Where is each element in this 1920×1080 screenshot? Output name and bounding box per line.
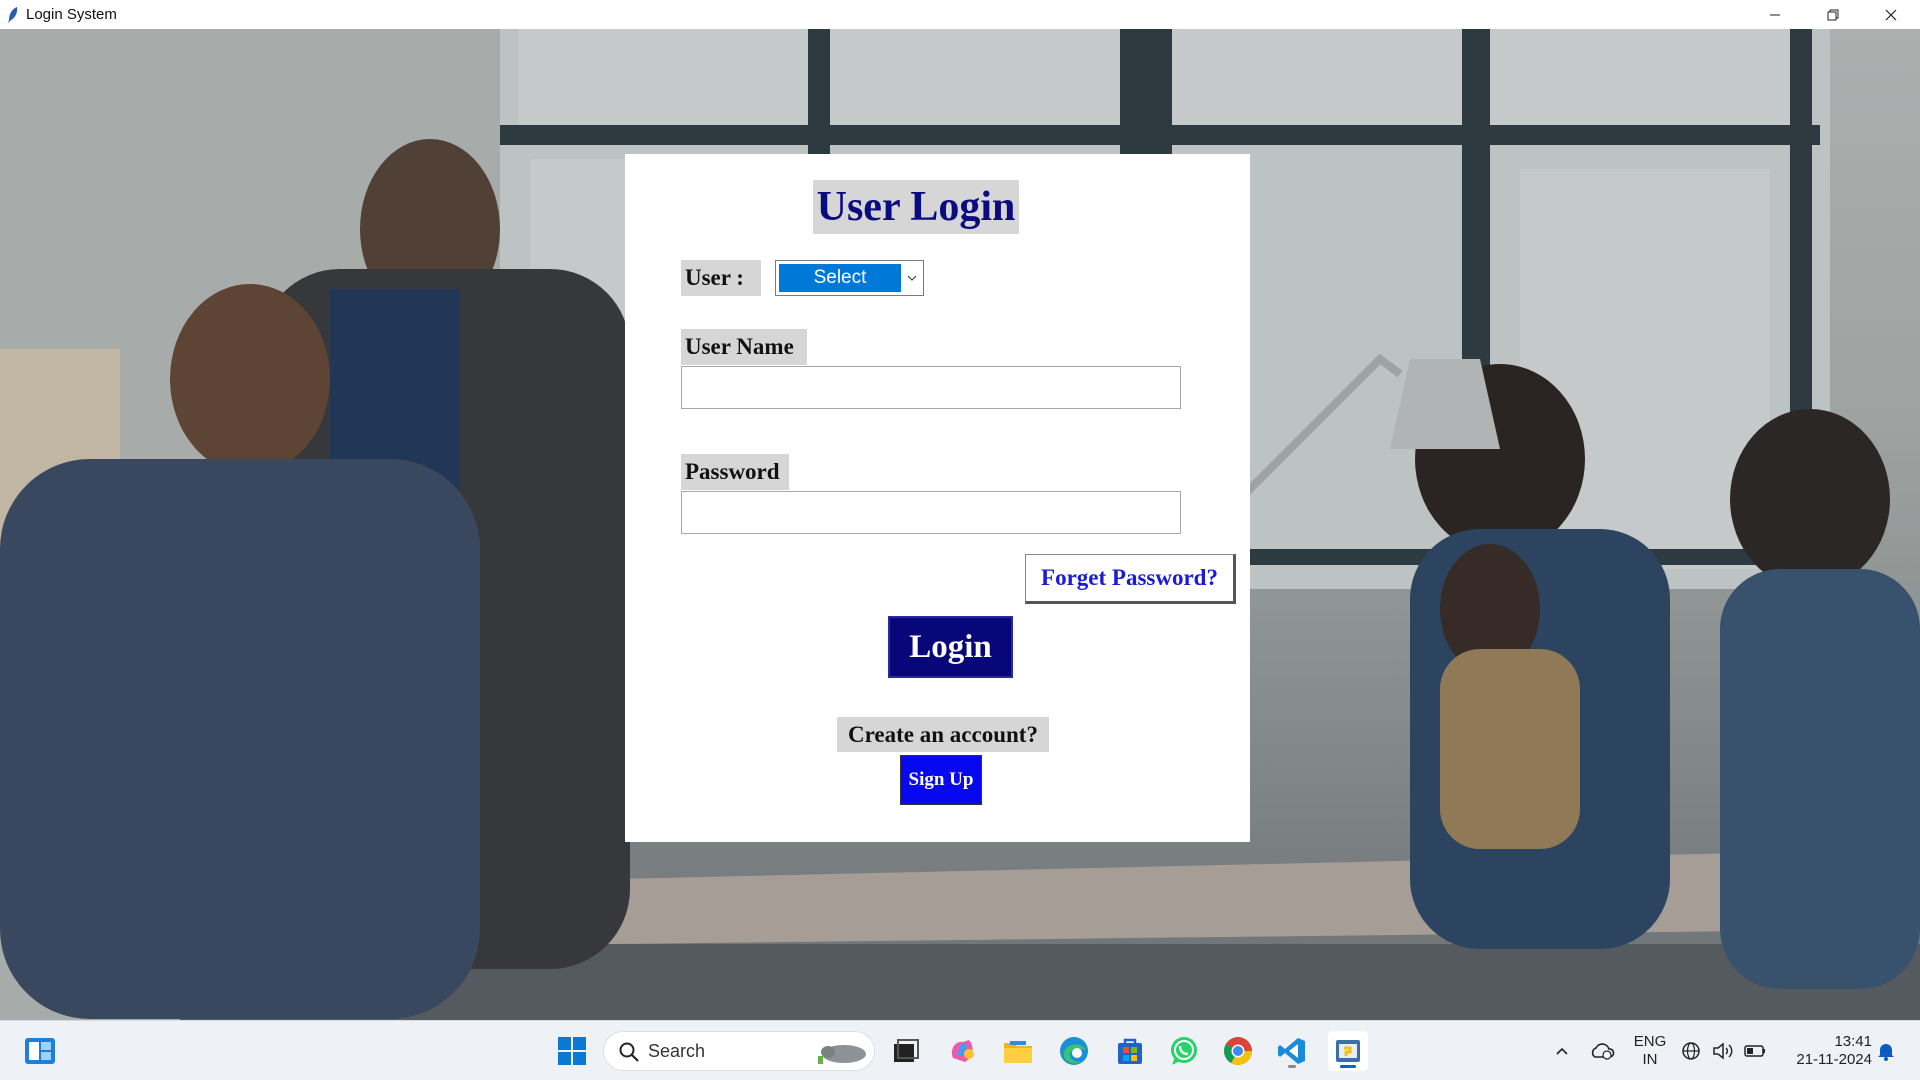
search-icon bbox=[619, 1042, 639, 1062]
quick-settings-button[interactable] bbox=[1676, 1031, 1776, 1071]
forget-password-button[interactable]: Forget Password? bbox=[1025, 554, 1236, 604]
close-button[interactable] bbox=[1862, 0, 1920, 29]
vscode-icon bbox=[1278, 1038, 1305, 1064]
window-controls bbox=[1746, 0, 1920, 29]
username-label: User Name bbox=[681, 329, 807, 365]
edge-icon bbox=[1060, 1037, 1088, 1065]
chrome-button[interactable] bbox=[1218, 1031, 1258, 1071]
notifications-button[interactable] bbox=[1866, 1031, 1906, 1071]
user-type-label: User : bbox=[681, 260, 761, 296]
restore-icon bbox=[1827, 9, 1839, 20]
window-title: Login System bbox=[26, 6, 117, 23]
file-explorer-icon bbox=[1004, 1041, 1032, 1063]
whatsapp-button[interactable] bbox=[1164, 1031, 1204, 1071]
taskbar: Search ENG IN 13:41 21-11-2024 bbox=[0, 1020, 1920, 1080]
python-tk-app-button[interactable] bbox=[1328, 1031, 1368, 1071]
copilot-button[interactable] bbox=[942, 1031, 982, 1071]
clock-time: 13:41 bbox=[1834, 1033, 1872, 1050]
password-input[interactable] bbox=[681, 491, 1181, 534]
login-panel: User Login User : Select User Name Passw… bbox=[625, 154, 1250, 842]
python-tk-icon bbox=[1336, 1040, 1360, 1062]
start-button[interactable] bbox=[552, 1031, 592, 1071]
edge-button[interactable] bbox=[1054, 1031, 1094, 1071]
whatsapp-icon bbox=[1171, 1037, 1197, 1065]
close-icon bbox=[1885, 9, 1897, 20]
active-app-indicator bbox=[1340, 1065, 1356, 1068]
minimize-button[interactable] bbox=[1746, 0, 1804, 29]
title-bar: Login System bbox=[0, 0, 1920, 29]
bell-icon bbox=[1878, 1044, 1894, 1061]
running-indicator bbox=[1288, 1065, 1296, 1068]
task-view-button[interactable] bbox=[886, 1031, 926, 1071]
chevron-up-icon bbox=[1556, 1047, 1568, 1055]
store-button[interactable] bbox=[1110, 1031, 1150, 1071]
search-highlight-icon bbox=[818, 1045, 866, 1064]
user-type-select[interactable]: Select bbox=[775, 260, 924, 296]
minimize-icon bbox=[1770, 14, 1780, 15]
user-type-selected-value: Select bbox=[779, 264, 901, 292]
username-input[interactable] bbox=[681, 366, 1181, 409]
language-indicator[interactable]: ENG IN bbox=[1630, 1033, 1670, 1069]
file-explorer-button[interactable] bbox=[998, 1031, 1038, 1071]
taskbar-search-box[interactable]: Search bbox=[603, 1031, 875, 1071]
language-region: IN bbox=[1642, 1051, 1658, 1068]
start-icon bbox=[558, 1037, 586, 1065]
cloud-sync-icon bbox=[1591, 1043, 1615, 1060]
feather-icon bbox=[8, 6, 18, 23]
restore-button[interactable] bbox=[1804, 0, 1862, 29]
create-account-label: Create an account? bbox=[837, 717, 1049, 752]
chrome-icon bbox=[1224, 1037, 1252, 1065]
chevron-down-icon[interactable] bbox=[905, 271, 919, 285]
task-view-icon bbox=[894, 1039, 919, 1062]
store-icon bbox=[1118, 1038, 1142, 1064]
search-placeholder: Search bbox=[648, 1041, 706, 1061]
password-label: Password bbox=[681, 454, 789, 490]
widgets-icon bbox=[25, 1038, 55, 1064]
network-volume-battery-icons bbox=[1682, 1042, 1765, 1060]
vscode-button[interactable] bbox=[1272, 1031, 1312, 1071]
clock[interactable]: 13:41 21-11-2024 bbox=[1780, 1033, 1872, 1069]
signup-button[interactable]: Sign Up bbox=[900, 755, 982, 805]
widgets-button[interactable] bbox=[20, 1031, 60, 1071]
onedrive-button[interactable] bbox=[1582, 1031, 1622, 1071]
clock-date: 21-11-2024 bbox=[1796, 1051, 1872, 1068]
login-button[interactable]: Login bbox=[888, 616, 1013, 678]
language-code: ENG bbox=[1633, 1033, 1667, 1050]
show-hidden-icons-button[interactable] bbox=[1542, 1031, 1582, 1071]
copilot-icon bbox=[951, 1040, 974, 1062]
login-heading: User Login bbox=[813, 180, 1019, 234]
